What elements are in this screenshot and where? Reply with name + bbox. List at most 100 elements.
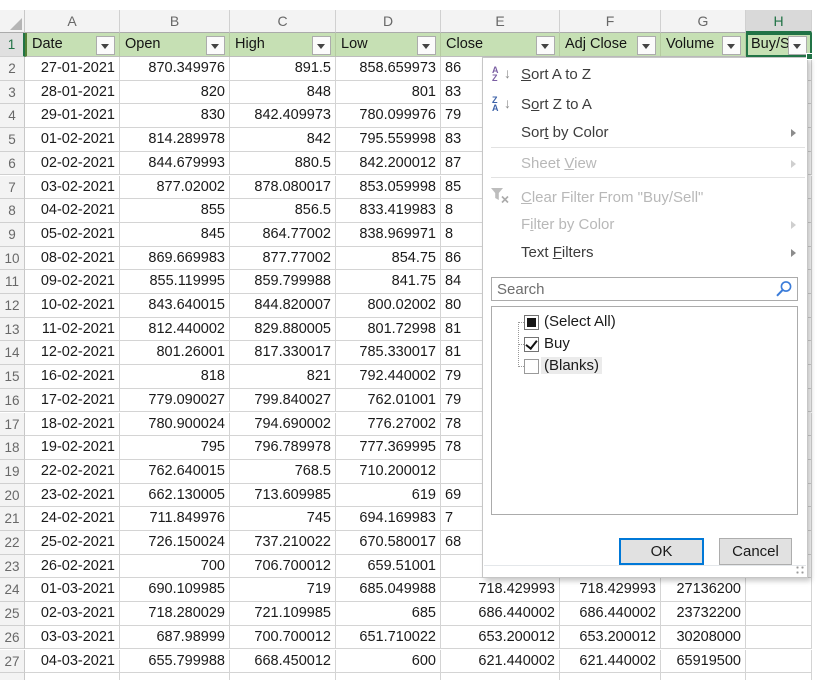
cell-F28[interactable]	[560, 673, 661, 680]
cell-B22[interactable]: 726.150024	[120, 531, 230, 555]
cell-B13[interactable]: 812.440002	[120, 318, 230, 342]
cell-A3[interactable]: 28-01-2021	[25, 81, 120, 105]
cell-D9[interactable]: 838.969971	[336, 223, 441, 247]
cell-A28[interactable]	[25, 673, 120, 680]
cell-D8[interactable]: 833.419983	[336, 199, 441, 223]
menu-item-text-filters[interactable]: Text Filters	[483, 240, 807, 267]
cell-C7[interactable]: 878.080017	[230, 176, 336, 200]
row-header-10[interactable]: 10	[0, 247, 25, 271]
cell-E27[interactable]: 621.440002	[441, 650, 560, 674]
row-header-22[interactable]: 22	[0, 531, 25, 555]
cell-D23[interactable]: 659.51001	[336, 555, 441, 579]
cell-C23[interactable]: 706.700012	[230, 555, 336, 579]
cell-F24[interactable]: 718.429993	[560, 578, 661, 602]
search-input[interactable]	[492, 278, 770, 300]
cell-A22[interactable]: 25-02-2021	[25, 531, 120, 555]
cell-B10[interactable]: 869.669983	[120, 247, 230, 271]
cell-C10[interactable]: 877.77002	[230, 247, 336, 271]
cell-C18[interactable]: 796.789978	[230, 436, 336, 460]
cell-A13[interactable]: 11-02-2021	[25, 318, 120, 342]
cell-F25[interactable]: 686.440002	[560, 602, 661, 626]
cell-C26[interactable]: 700.700012	[230, 626, 336, 650]
cell-D5[interactable]: 795.559998	[336, 128, 441, 152]
checkbox-indeterminate[interactable]	[524, 315, 539, 330]
cell-D22[interactable]: 670.580017	[336, 531, 441, 555]
cell-D16[interactable]: 762.01001	[336, 389, 441, 413]
filter-button-open[interactable]	[206, 36, 225, 55]
cell-B19[interactable]: 762.640015	[120, 460, 230, 484]
cell-A11[interactable]: 09-02-2021	[25, 270, 120, 294]
cell-H28[interactable]	[746, 673, 812, 680]
cell-H27[interactable]	[746, 650, 812, 674]
cell-D21[interactable]: 694.169983	[336, 507, 441, 531]
menu-item-sort-z-to-a[interactable]: ZA↓Sort Z to A	[483, 92, 807, 119]
cell-B14[interactable]: 801.26001	[120, 341, 230, 365]
cell-C6[interactable]: 880.5	[230, 152, 336, 176]
cell-A14[interactable]: 12-02-2021	[25, 341, 120, 365]
cell-B17[interactable]: 780.900024	[120, 413, 230, 437]
cell-D10[interactable]: 854.75	[336, 247, 441, 271]
cell-E28[interactable]	[441, 673, 560, 680]
cell-H26[interactable]	[746, 626, 812, 650]
cell-A24[interactable]: 01-03-2021	[25, 578, 120, 602]
cell-B26[interactable]: 687.98999	[120, 626, 230, 650]
column-header-C[interactable]: C	[230, 10, 336, 33]
cell-B5[interactable]: 814.289978	[120, 128, 230, 152]
row-header-2[interactable]: 2	[0, 57, 25, 81]
cell-D19[interactable]: 710.200012	[336, 460, 441, 484]
cell-B28[interactable]	[120, 673, 230, 680]
cell-C15[interactable]: 821	[230, 365, 336, 389]
column-header-G[interactable]: G	[661, 10, 746, 33]
cell-B15[interactable]: 818	[120, 365, 230, 389]
row-header-24[interactable]: 24	[0, 578, 25, 602]
select-all-corner[interactable]	[0, 10, 25, 33]
menu-item-sort-by-color[interactable]: Sort by Color	[483, 120, 807, 147]
cell-A6[interactable]: 02-02-2021	[25, 152, 120, 176]
row-header-1[interactable]: 1	[0, 33, 25, 57]
menu-item-sort-a-to-z[interactable]: AZ↓Sort A to Z	[483, 62, 807, 89]
cell-D12[interactable]: 800.02002	[336, 294, 441, 318]
cell-C4[interactable]: 842.409973	[230, 104, 336, 128]
cell-C5[interactable]: 842	[230, 128, 336, 152]
cell-D2[interactable]: 858.659973	[336, 57, 441, 81]
row-header-7[interactable]: 7	[0, 176, 25, 200]
filter-value-item-buy[interactable]: Buy	[492, 334, 797, 356]
row-header-19[interactable]: 19	[0, 460, 25, 484]
cell-A19[interactable]: 22-02-2021	[25, 460, 120, 484]
cell-H24[interactable]	[746, 578, 812, 602]
column-header-F[interactable]: F	[560, 10, 661, 33]
cell-C22[interactable]: 737.210022	[230, 531, 336, 555]
cell-D3[interactable]: 801	[336, 81, 441, 105]
row-header-4[interactable]: 4	[0, 104, 25, 128]
row-header-20[interactable]: 20	[0, 484, 25, 508]
cell-D11[interactable]: 841.75	[336, 270, 441, 294]
cell-C12[interactable]: 844.820007	[230, 294, 336, 318]
cell-D26[interactable]: 651.710022	[336, 626, 441, 650]
filter-button-buy_sell[interactable]	[788, 36, 807, 55]
cell-E25[interactable]: 686.440002	[441, 602, 560, 626]
cell-D25[interactable]: 685	[336, 602, 441, 626]
column-header-A[interactable]: A	[25, 10, 120, 33]
cell-A4[interactable]: 29-01-2021	[25, 104, 120, 128]
cell-C21[interactable]: 745	[230, 507, 336, 531]
cell-A10[interactable]: 08-02-2021	[25, 247, 120, 271]
cell-A5[interactable]: 01-02-2021	[25, 128, 120, 152]
cell-A8[interactable]: 04-02-2021	[25, 199, 120, 223]
row-header-partial[interactable]	[0, 673, 25, 680]
cell-B11[interactable]: 855.119995	[120, 270, 230, 294]
row-header-25[interactable]: 25	[0, 602, 25, 626]
row-header-11[interactable]: 11	[0, 270, 25, 294]
row-header-26[interactable]: 26	[0, 626, 25, 650]
column-header-E[interactable]: E	[441, 10, 560, 33]
filter-button-adj_close[interactable]	[637, 36, 656, 55]
cell-B18[interactable]: 795	[120, 436, 230, 460]
cell-G28[interactable]	[661, 673, 746, 680]
cell-G24[interactable]: 27136200	[661, 578, 746, 602]
filter-button-low[interactable]	[417, 36, 436, 55]
cell-H25[interactable]	[746, 602, 812, 626]
fill-handle[interactable]	[806, 53, 813, 60]
row-header-5[interactable]: 5	[0, 128, 25, 152]
checkbox-checked[interactable]	[524, 337, 539, 352]
cell-B25[interactable]: 718.280029	[120, 602, 230, 626]
row-header-12[interactable]: 12	[0, 294, 25, 318]
